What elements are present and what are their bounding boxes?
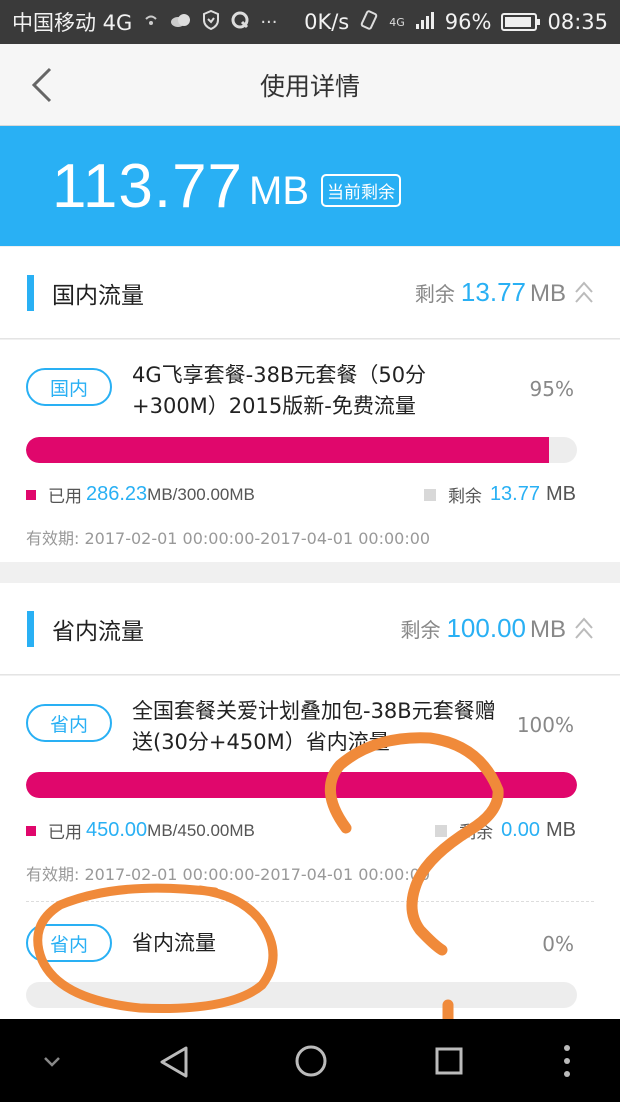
validity-period: 有效期: 2017-02-01 00:00:00-2017-04-01 00:0… [26, 865, 431, 884]
recents-square-icon[interactable] [434, 1046, 464, 1076]
remaining-label: 剩余 [459, 823, 494, 843]
chevron-left-icon [31, 67, 52, 103]
back-triangle-icon[interactable] [158, 1045, 190, 1079]
battery-icon [501, 13, 541, 31]
remaining-value: 13.77 [460, 277, 526, 307]
more-dots-icon[interactable] [562, 1043, 572, 1079]
usage-progress-bar [26, 982, 577, 1008]
used-value: 286.23 [86, 483, 148, 505]
remaining-label: 剩余 [447, 487, 482, 507]
section-accent-bar [27, 274, 34, 311]
section-title: 国内流量 [52, 282, 144, 309]
remaining-value: 13.77 [489, 483, 540, 505]
remaining-amount: 113.77 [52, 151, 244, 221]
status-bar: 中国移动 4G ··· 0K/s 4G 96% 08:35 [0, 0, 620, 44]
home-circle-icon[interactable] [294, 1044, 328, 1078]
remaining-unit: MB [249, 168, 310, 213]
section-domestic-header[interactable]: 国内流量 剩余 13.77 MB [0, 247, 620, 339]
shield-icon [202, 9, 220, 35]
q-app-icon [230, 10, 250, 35]
battery-percent: 96% [444, 10, 492, 34]
remaining-legend-swatch [435, 824, 448, 837]
rotate-lock-icon [359, 9, 379, 36]
used-total: MB/300.00MB [147, 484, 255, 504]
carrier-label: 中国移动 4G [12, 11, 133, 35]
usage-percent: 95% [529, 377, 574, 401]
back-button[interactable] [28, 66, 56, 104]
clock: 08:35 [547, 10, 608, 34]
collapse-icon[interactable] [574, 616, 594, 642]
remaining-value: 0.00 [501, 819, 540, 841]
used-value: 450.00 [86, 819, 148, 841]
weather-cloud-icon [170, 12, 192, 33]
section-title: 省内流量 [52, 618, 144, 645]
app-header: 使用详情 [0, 44, 620, 126]
package-name: 全国套餐关爱计划叠加包-38B元套餐赠送(30分+450M）省内流量 [132, 699, 496, 754]
section-remaining: 剩余 100.00 MB [400, 613, 594, 644]
remaining-summary: 113.77 MB 当前剩余 [0, 126, 620, 246]
package-tag: 国内 [26, 368, 112, 406]
used-legend-swatch [26, 825, 36, 836]
usage-progress-bar [26, 772, 577, 798]
net-speed: 0K/s [304, 10, 350, 34]
section-remaining: 剩余 13.77 MB [415, 277, 594, 308]
package-tag: 省内 [26, 704, 112, 742]
remaining-label: 剩余 [414, 282, 455, 306]
package-name: 省内流量 [132, 931, 216, 955]
used-label: 已用 [48, 823, 82, 843]
usage-percent: 0% [542, 932, 574, 956]
usage-progress-fill [26, 437, 550, 463]
system-nav-bar [0, 1019, 620, 1102]
remaining-amount: 剩余 0.00 MB [435, 818, 576, 843]
used-amount: 已用 286.23 MB/300.00MB [26, 482, 255, 507]
package-card: 国内 4G飞享套餐-38B元套餐（50分+300M）2015版新-免费流量 95… [0, 340, 620, 562]
remaining-legend-swatch [423, 488, 436, 501]
more-notifications-icon: ··· [260, 11, 278, 33]
used-label: 已用 [48, 487, 82, 507]
package-name: 4G飞享套餐-38B元套餐（50分+300M）2015版新-免费流量 [132, 363, 427, 418]
remaining-unit: MB [530, 616, 566, 643]
usage-percent: 100% [516, 713, 574, 737]
current-remaining-badge: 当前剩余 [321, 173, 402, 207]
page-title: 使用详情 [259, 71, 360, 101]
remaining-unit: MB [546, 819, 576, 841]
remaining-unit: MB [530, 280, 566, 307]
remaining-value: 100.00 [446, 613, 526, 643]
validity-period: 有效期: 2017-02-01 00:00:00-2017-04-01 00:0… [26, 529, 431, 548]
remaining-amount: 剩余 13.77 MB [423, 482, 576, 507]
used-total: MB/450.00MB [147, 820, 255, 840]
section-accent-bar [27, 610, 34, 647]
package-card: 省内 全国套餐关爱计划叠加包-38B元套餐赠送(30分+450M）省内流量 10… [0, 676, 620, 1019]
divider [26, 901, 594, 902]
remaining-unit: MB [546, 483, 576, 505]
usage-progress-bar [26, 437, 577, 463]
screen: 中国移动 4G ··· 0K/s 4G 96% 08:35 使用详情 113.7… [0, 0, 620, 1102]
signal-icon [142, 11, 160, 34]
remaining-label: 剩余 [400, 618, 441, 642]
chevron-down-icon[interactable] [42, 1055, 62, 1069]
network-type: 4G [389, 15, 405, 29]
used-legend-swatch [26, 489, 36, 500]
signal-bars-icon [415, 10, 435, 35]
section-provincial-header[interactable]: 省内流量 剩余 100.00 MB [0, 583, 620, 675]
used-amount: 已用 450.00 MB/450.00MB [26, 818, 255, 843]
usage-progress-fill [26, 772, 577, 798]
package-tag: 省内 [26, 924, 112, 962]
collapse-icon[interactable] [574, 280, 594, 306]
